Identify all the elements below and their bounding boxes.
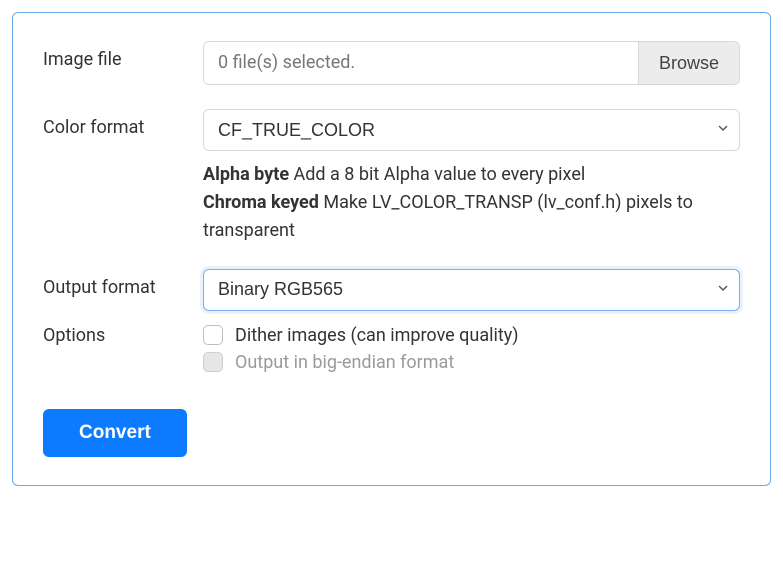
- row-color-format: Color format CF_TRUE_COLOR Alpha byte Ad…: [43, 109, 740, 245]
- converter-panel: Image file 0 file(s) selected. Browse Co…: [12, 12, 771, 486]
- dither-label: Dither images (can improve quality): [235, 325, 519, 346]
- output-format-select[interactable]: Binary RGB565: [203, 269, 740, 311]
- alpha-byte-desc: Add a 8 bit Alpha value to every pixel: [289, 164, 585, 185]
- output-format-select-wrap: Binary RGB565: [203, 269, 740, 311]
- file-input-group: 0 file(s) selected. Browse: [203, 41, 740, 85]
- label-options: Options: [43, 325, 203, 346]
- dither-checkbox[interactable]: [203, 325, 223, 345]
- row-options: Options Dither images (can improve quali…: [43, 325, 740, 379]
- big-endian-checkbox: [203, 352, 223, 372]
- label-image-file: Image file: [43, 41, 203, 70]
- row-output-format: Output format Binary RGB565: [43, 269, 740, 311]
- label-color-format: Color format: [43, 109, 203, 138]
- convert-button[interactable]: Convert: [43, 409, 187, 457]
- color-format-select-wrap: CF_TRUE_COLOR: [203, 109, 740, 151]
- field-image-file: 0 file(s) selected. Browse: [203, 41, 740, 85]
- big-endian-label: Output in big-endian format: [235, 352, 454, 373]
- field-color-format: CF_TRUE_COLOR Alpha byte Add a 8 bit Alp…: [203, 109, 740, 245]
- browse-button[interactable]: Browse: [638, 42, 739, 84]
- chroma-keyed-title: Chroma keyed: [203, 192, 319, 213]
- field-options: Dither images (can improve quality) Outp…: [203, 325, 740, 379]
- field-output-format: Binary RGB565: [203, 269, 740, 311]
- option-dither[interactable]: Dither images (can improve quality): [203, 325, 740, 346]
- option-big-endian: Output in big-endian format: [203, 352, 740, 373]
- color-format-help: Alpha byte Add a 8 bit Alpha value to ev…: [203, 161, 740, 245]
- color-format-select[interactable]: CF_TRUE_COLOR: [203, 109, 740, 151]
- row-image-file: Image file 0 file(s) selected. Browse: [43, 41, 740, 85]
- file-status-text: 0 file(s) selected.: [204, 42, 638, 84]
- label-output-format: Output format: [43, 269, 203, 298]
- alpha-byte-title: Alpha byte: [203, 164, 289, 185]
